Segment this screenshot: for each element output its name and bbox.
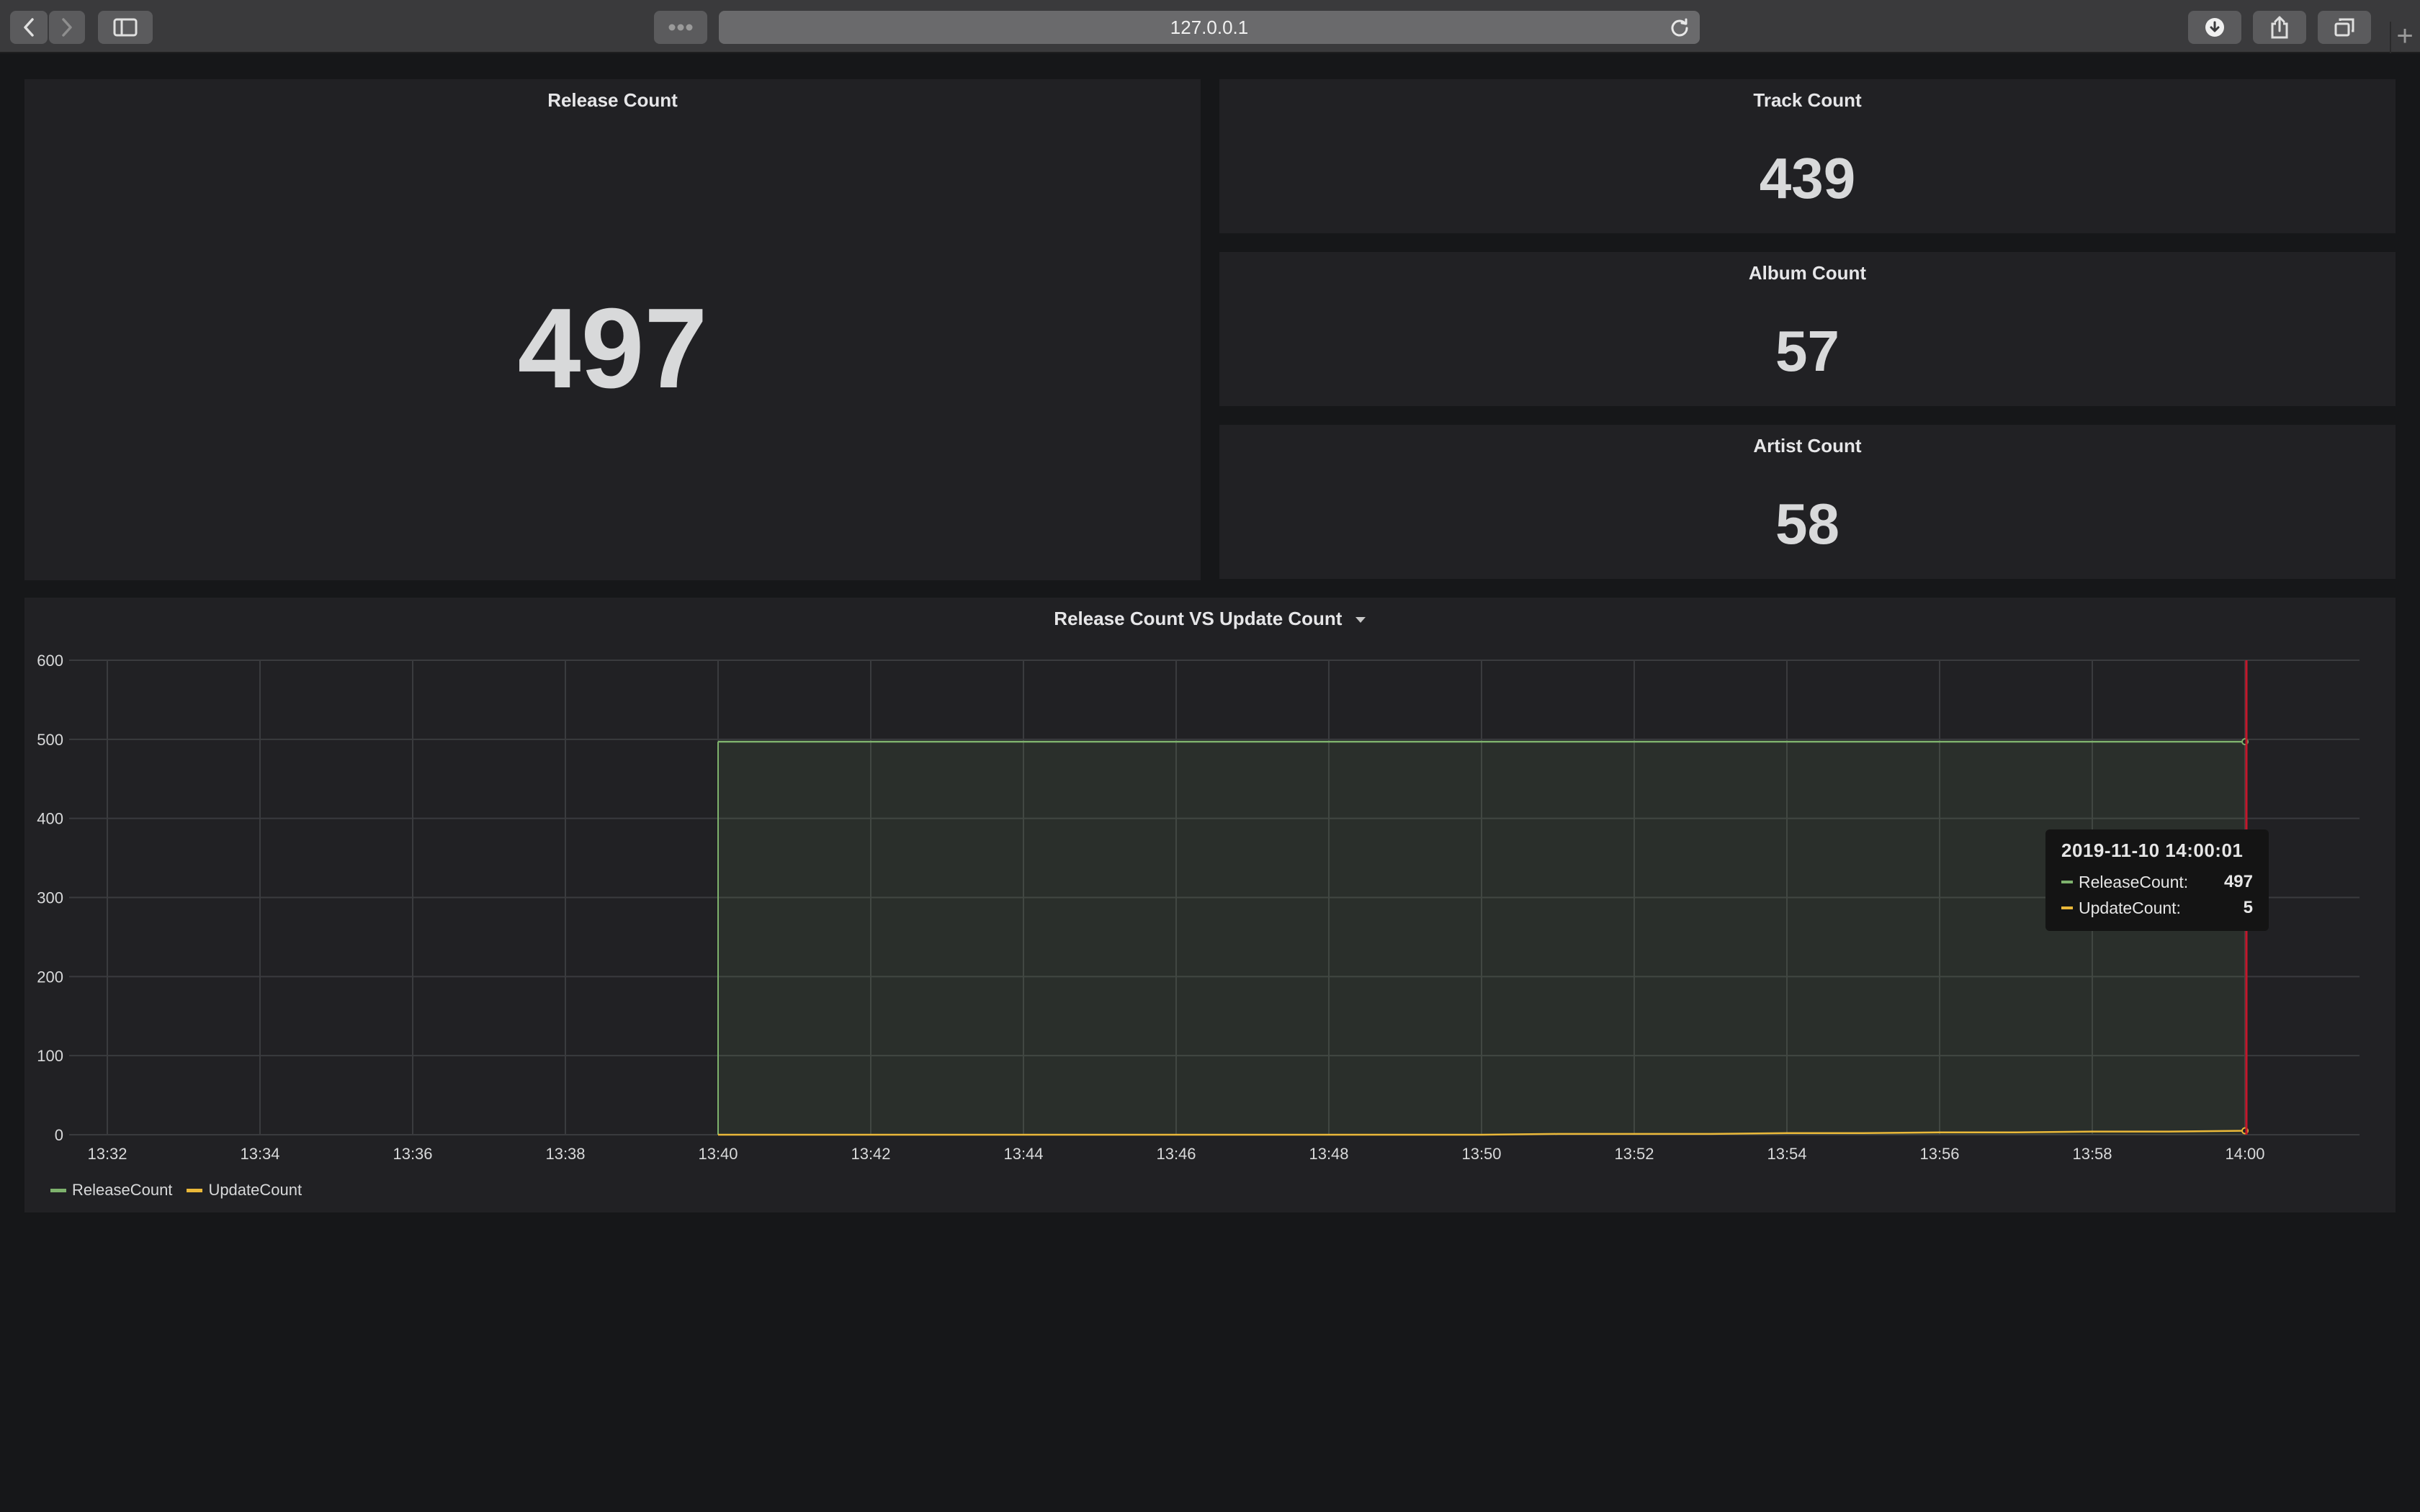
x-tick-label: 13:54 bbox=[1767, 1145, 1806, 1163]
legend-swatch bbox=[187, 1188, 203, 1192]
tooltip-time: 2019-11-10 14:00:01 bbox=[2061, 840, 2244, 861]
legend-item-release[interactable]: ReleaseCount bbox=[50, 1181, 172, 1200]
release-count-area bbox=[718, 742, 2245, 1135]
y-tick-label: 400 bbox=[37, 810, 63, 828]
x-tick-label: 13:46 bbox=[1156, 1145, 1196, 1163]
chart-series bbox=[717, 740, 2246, 1136]
tooltip-series-value: 497 bbox=[2223, 872, 2253, 891]
y-tick-label: 200 bbox=[37, 968, 63, 986]
tooltip-series-value: 5 bbox=[2243, 898, 2253, 917]
tooltip-series-name: UpdateCount: bbox=[2079, 898, 2181, 917]
x-tick-label: 13:34 bbox=[240, 1145, 279, 1163]
x-tick-label: 13:40 bbox=[698, 1145, 738, 1163]
y-tick-label: 100 bbox=[37, 1047, 63, 1065]
legend-swatch bbox=[50, 1188, 66, 1192]
x-tick-label: 13:32 bbox=[87, 1145, 127, 1163]
y-tick-label: 600 bbox=[37, 652, 63, 670]
tooltip-row: UpdateCount: 5 bbox=[2061, 895, 2253, 921]
x-tick-label: 13:52 bbox=[1614, 1145, 1654, 1163]
legend-item-update[interactable]: UpdateCount bbox=[187, 1181, 302, 1200]
x-tick-label: 13:56 bbox=[1919, 1145, 1959, 1163]
timeseries-chart[interactable]: 0 100 200 300 400 500 600 13:32 13:34 13:36 13:38 1… bbox=[0, 0, 2420, 1224]
tooltip-row: ReleaseCount: 497 bbox=[2061, 869, 2253, 895]
y-tick-label: 500 bbox=[37, 731, 63, 749]
x-tick-label: 13:38 bbox=[545, 1145, 585, 1163]
graph-tooltip: 2019-11-10 14:00:01 ReleaseCount: 497 Up… bbox=[2045, 829, 2269, 931]
x-tick-label: 13:42 bbox=[851, 1145, 890, 1163]
release-swatch bbox=[2061, 881, 2073, 883]
legend-label: ReleaseCount bbox=[72, 1181, 173, 1199]
chart-legend: ReleaseCount UpdateCount bbox=[50, 1181, 316, 1200]
x-tick-label: 13:58 bbox=[2072, 1145, 2112, 1163]
x-tick-label: 14:00 bbox=[2225, 1145, 2264, 1163]
legend-label: UpdateCount bbox=[208, 1181, 302, 1199]
x-tick-label: 13:36 bbox=[393, 1145, 432, 1163]
tooltip-series-name: ReleaseCount: bbox=[2079, 872, 2189, 891]
y-tick-label: 0 bbox=[55, 1126, 63, 1144]
y-tick-label: 300 bbox=[37, 889, 63, 907]
x-tick-label: 13:44 bbox=[1003, 1145, 1043, 1163]
update-swatch bbox=[2061, 906, 2073, 909]
x-tick-label: 13:50 bbox=[1461, 1145, 1501, 1163]
x-tick-label: 13:48 bbox=[1309, 1145, 1348, 1163]
